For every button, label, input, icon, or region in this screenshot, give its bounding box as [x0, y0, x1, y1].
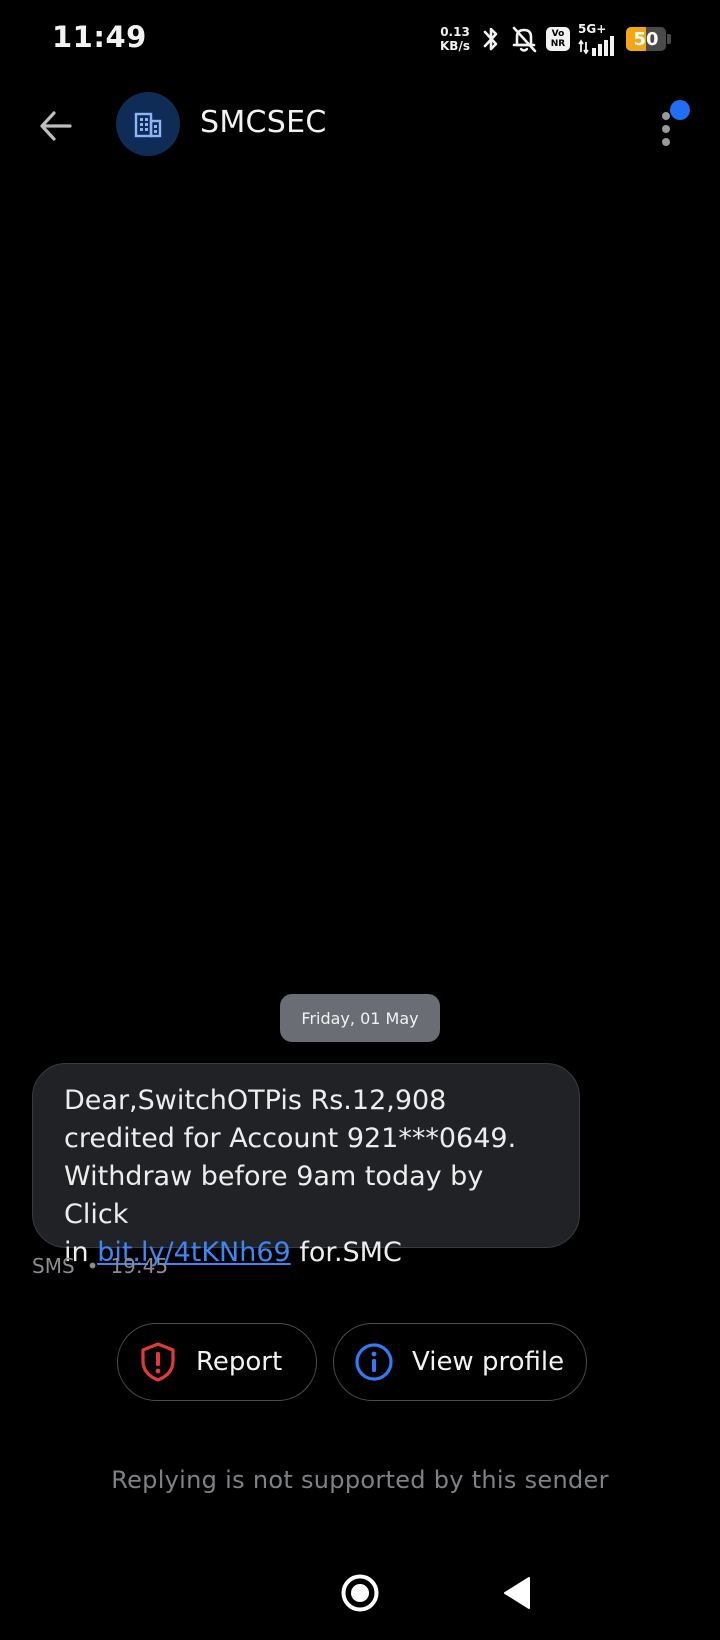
more-options-button[interactable]: [650, 100, 694, 146]
notification-dot: [670, 100, 690, 120]
nav-home-button[interactable]: [340, 1573, 380, 1613]
message-line: Withdraw before 9am today by Click: [64, 1161, 484, 1230]
reply-not-supported-note: Replying is not supported by this sender: [111, 1466, 609, 1494]
battery-icon: 50: [626, 27, 672, 51]
message-line: Dear,SwitchOTPis Rs.12,908: [64, 1085, 447, 1116]
message-bubble[interactable]: Dear,SwitchOTPis Rs.12,908 credited for …: [32, 1063, 580, 1268]
cellular-signal-icon: 5G+: [578, 21, 618, 56]
network-speed-unit: KB/s: [440, 39, 470, 53]
nav-back-button[interactable]: [502, 1576, 532, 1610]
message-meta: SMS • 19:45: [32, 1254, 168, 1278]
date-chip: Friday, 01 May: [280, 994, 440, 1042]
meta-separator: •: [86, 1254, 99, 1278]
report-button[interactable]: Report: [117, 1323, 317, 1401]
network-type: 5G+: [578, 21, 607, 36]
vonr-icon: Vo NR: [546, 27, 570, 51]
more-vert-icon: [662, 112, 670, 146]
bluetooth-icon: [480, 24, 502, 54]
back-triangle-icon: [504, 1577, 530, 1609]
battery-level: 50: [633, 28, 659, 50]
status-bar: 11:49 0.13 KB/s Vo NR 5G+ 50: [0, 0, 720, 80]
app-bar: SMCSEC: [0, 80, 720, 170]
bell-off-icon: [510, 24, 538, 54]
home-circle-icon: [341, 1574, 379, 1612]
building-icon: [134, 112, 162, 138]
sender-name[interactable]: SMCSEC: [200, 105, 327, 140]
message-type: SMS: [32, 1254, 75, 1278]
view-profile-button[interactable]: View profile: [333, 1323, 587, 1401]
info-icon: [354, 1342, 394, 1382]
sender-avatar[interactable]: [116, 92, 180, 156]
arrow-left-icon: [40, 111, 72, 141]
report-label: Report: [196, 1347, 283, 1377]
network-speed: 0.13 KB/s: [438, 25, 472, 53]
back-button[interactable]: [30, 100, 82, 152]
status-time: 11:49: [52, 20, 147, 54]
view-profile-label: View profile: [412, 1347, 565, 1377]
network-speed-value: 0.13: [440, 25, 470, 39]
message-line: credited for Account 921***0649.: [64, 1123, 517, 1154]
shield-alert-icon: [138, 1342, 178, 1382]
message-time: 19:45: [110, 1254, 169, 1278]
status-icons: 0.13 KB/s Vo NR 5G+ 50: [438, 22, 672, 56]
